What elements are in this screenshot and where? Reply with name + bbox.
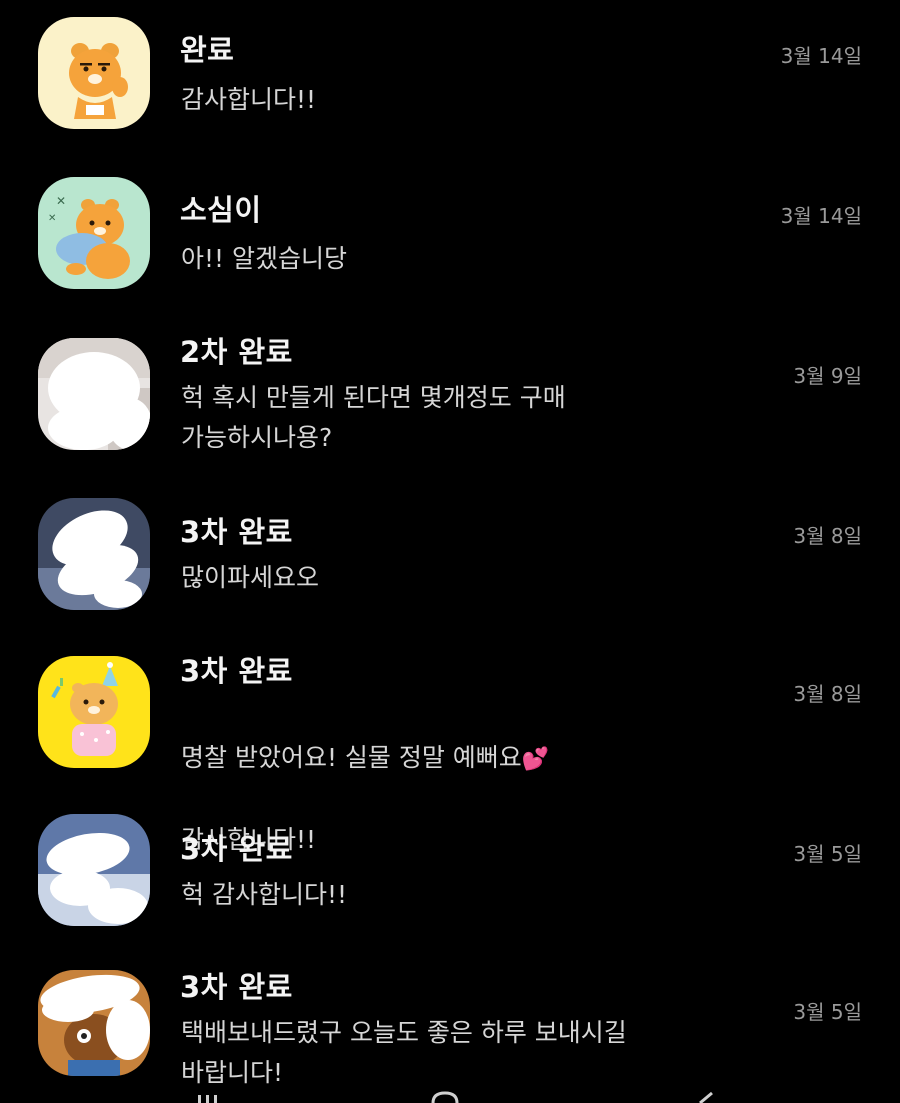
chat-list-item[interactable]: 완료 감사합니다!! 3월 14일 [0, 0, 900, 158]
chat-name: 완료 [180, 33, 235, 67]
back-icon[interactable] [692, 1091, 716, 1103]
chat-date: 3월 14일 [780, 44, 862, 68]
chat-date: 3월 14일 [780, 204, 862, 228]
chat-date: 3월 5일 [793, 842, 862, 866]
chat-list-item[interactable]: 3차 완료 택배보내드렸구 오늘도 좋은 하루 보내시길 바랍니다! 3월 5일 [0, 958, 900, 1103]
chat-message-preview: 헉 혹시 만들게 된다면 몇개정도 구매 가능하시나용? [181, 383, 566, 452]
chat-message-preview: 택배보내드렸구 오늘도 좋은 하루 보내시길 바랍니다! [181, 1018, 627, 1087]
chat-list-item[interactable]: 2차 완료 헉 혹시 만들게 된다면 몇개정도 구매 가능하시나용? 3월 9일 [0, 318, 900, 488]
ryan-party-yellow-icon[interactable] [38, 656, 150, 768]
chat-name: 소심이 [180, 193, 262, 227]
blurred-character-avatar[interactable] [38, 970, 150, 1076]
blurred-photo-avatar[interactable] [38, 498, 150, 610]
chat-message-preview: 많이파세요오 [181, 563, 320, 592]
chat-date: 3월 8일 [793, 524, 862, 548]
chat-name: 3차 완료 [180, 832, 293, 866]
chat-name: 2차 완료 [180, 335, 293, 369]
ryan-yellow-icon[interactable] [38, 17, 150, 129]
svg-text:✕: ✕ [48, 213, 56, 224]
chat-list-item[interactable]: 3차 완료 명찰 받았어요! 실물 정말 예뻐요💕 감사합니다!! 3월 8일 [0, 646, 900, 854]
chat-name: 3차 완료 [180, 515, 293, 549]
chat-message-preview: 감사합니다!! [181, 85, 317, 114]
blurred-photo-avatar[interactable] [38, 814, 150, 926]
recent-apps-icon[interactable] [196, 1091, 220, 1103]
chat-list-item[interactable]: 3차 완료 많이파세요오 3월 8일 [0, 488, 900, 646]
chat-message-line: 명찰 받았어요! 실물 정말 예뻐요 [181, 743, 522, 772]
chat-name: 3차 완료 [180, 654, 293, 688]
home-icon[interactable] [430, 1091, 460, 1103]
svg-text:✕: ✕ [56, 194, 66, 208]
chat-list-item[interactable]: 3차 완료 헉 감사합니다!! 3월 5일 [0, 806, 900, 958]
chat-list-item[interactable]: ✕ ✕ 소심이 아!! 알겠습니당 3월 14일 [0, 158, 900, 318]
chat-date: 3월 5일 [793, 1000, 862, 1024]
two-hearts-emoji: 💕 [521, 747, 550, 772]
chat-date: 3월 8일 [793, 682, 862, 706]
chat-message-preview: 헉 감사합니다!! [181, 880, 347, 909]
system-navigation-bar [0, 1091, 900, 1103]
chat-name: 3차 완료 [180, 970, 293, 1004]
blurred-photo-avatar[interactable] [38, 338, 150, 450]
chat-date: 3월 9일 [793, 364, 862, 388]
chat-message-preview: 아!! 알겠습니당 [181, 244, 347, 273]
ryan-pillow-mint-icon[interactable]: ✕ ✕ [38, 177, 150, 289]
